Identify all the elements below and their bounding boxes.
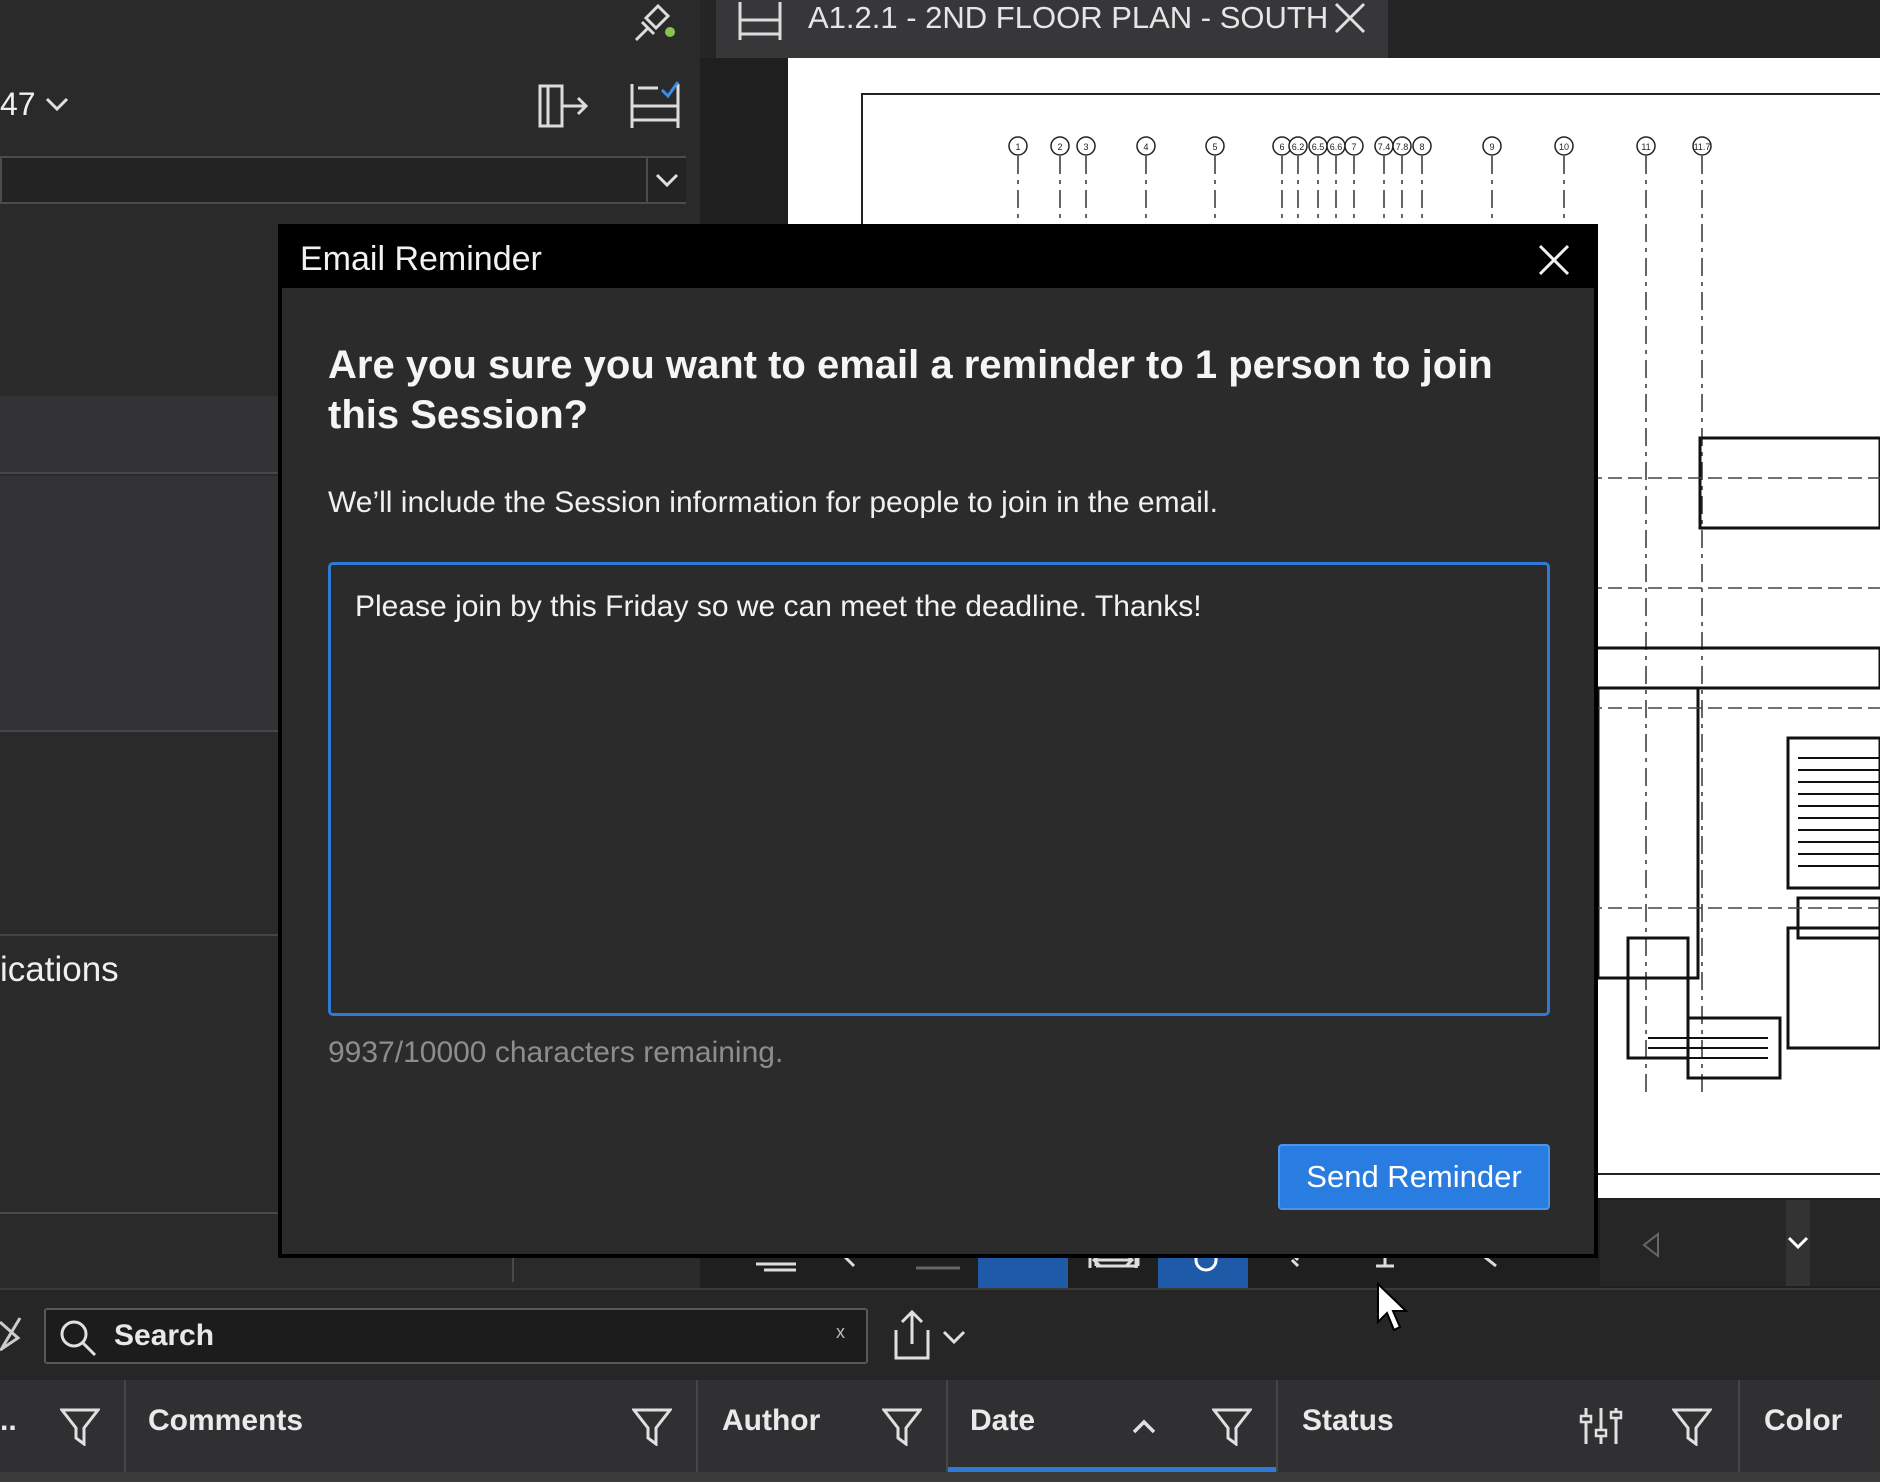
table-body-top xyxy=(0,1472,1880,1482)
filter-clear-icon[interactable] xyxy=(0,1314,24,1354)
reminder-message-input[interactable]: Please join by this Friday so we can mee… xyxy=(328,562,1550,1016)
filter-icon[interactable] xyxy=(882,1406,922,1446)
grid-bubble-label: 8 xyxy=(1419,142,1424,152)
grid-bubble-label: 9 xyxy=(1489,142,1494,152)
grid-bubble-label: 7.4 xyxy=(1378,142,1391,152)
grid-bubble-label: 6.2 xyxy=(1292,142,1305,152)
grid-bubble-label: 6.6 xyxy=(1330,142,1343,152)
export-icon[interactable] xyxy=(892,1310,972,1362)
search-icon xyxy=(60,1320,97,1357)
pin-icon[interactable] xyxy=(628,0,676,44)
sheet-check-icon[interactable] xyxy=(628,80,682,132)
grid-bubble-label: 3 xyxy=(1083,142,1088,152)
grid-bubble-label: 6 xyxy=(1279,142,1284,152)
grid-bubble-label: 2 xyxy=(1057,142,1062,152)
sheet-icon xyxy=(738,2,782,40)
exit-icon[interactable] xyxy=(536,80,590,132)
left-select-toggle[interactable] xyxy=(646,158,686,202)
sort-ascending-icon[interactable] xyxy=(1124,1406,1164,1446)
grid-bubble-label: 10 xyxy=(1559,142,1569,152)
left-select[interactable] xyxy=(0,156,686,204)
column-header-status[interactable]: Status xyxy=(1278,1380,1740,1472)
character-counter: 9937/10000 characters remaining. xyxy=(328,1036,784,1069)
grid-bubble-label: 11 xyxy=(1641,142,1650,152)
divider xyxy=(0,934,290,936)
grid-bubble-label: 5 xyxy=(1212,142,1217,152)
grid-bubble-label: 7.8 xyxy=(1396,142,1409,152)
dialog-title: Email Reminder xyxy=(300,240,542,278)
search-input[interactable] xyxy=(114,1316,774,1356)
search-clear-button[interactable]: x xyxy=(836,1322,845,1343)
chevron-down-icon xyxy=(655,173,679,188)
count-label[interactable]: 47 xyxy=(0,86,36,123)
column-header-date[interactable]: Date xyxy=(948,1380,1278,1472)
mouse-cursor-icon xyxy=(1377,1282,1409,1332)
dialog-question: Are you sure you want to email a reminde… xyxy=(328,343,1493,437)
close-icon[interactable] xyxy=(1332,2,1368,34)
grid-bubble-label: 6.5 xyxy=(1312,142,1325,152)
sliders-icon[interactable] xyxy=(1578,1406,1624,1446)
email-reminder-dialog: Email Reminder Are you sure you want to … xyxy=(278,224,1598,1258)
nav-expand[interactable] xyxy=(1786,1200,1810,1286)
document-tabbar: A1.2.1 - 2ND FLOOR PLAN - SOUTH xyxy=(700,0,1880,58)
column-header-first[interactable]: .. xyxy=(0,1380,126,1472)
grid-bubble-label: 7 xyxy=(1351,142,1356,152)
filter-icon[interactable] xyxy=(632,1406,672,1446)
column-header-color[interactable]: Color xyxy=(1740,1380,1880,1472)
send-reminder-button[interactable]: Send Reminder xyxy=(1278,1144,1550,1210)
grid-bubble-label: 11.7 xyxy=(1694,142,1711,152)
dialog-info: We’ll include the Session information fo… xyxy=(328,486,1218,519)
filter-icon[interactable] xyxy=(60,1406,100,1446)
markups-toolbar: x xyxy=(0,1288,1880,1380)
grid-bubble-label: 1 xyxy=(1015,142,1020,152)
tab-floor-plan[interactable]: A1.2.1 - 2ND FLOOR PLAN - SOUTH xyxy=(716,0,1388,58)
dialog-header: Email Reminder xyxy=(282,228,1594,288)
chevron-down-icon xyxy=(1787,1236,1809,1250)
partial-label: ications xyxy=(0,950,119,989)
tab-title: A1.2.1 - 2ND FLOOR PLAN - SOUTH xyxy=(808,0,1329,35)
close-icon[interactable] xyxy=(1536,242,1572,278)
filter-icon[interactable] xyxy=(1212,1406,1252,1446)
column-header-author[interactable]: Author xyxy=(698,1380,948,1472)
search-box[interactable]: x xyxy=(44,1308,868,1364)
list-row[interactable] xyxy=(0,476,290,732)
filter-icon[interactable] xyxy=(1672,1406,1712,1446)
previous-page-icon[interactable] xyxy=(1636,1230,1666,1260)
markup-table-header: .. Comments Author Date Status Color xyxy=(0,1380,1880,1472)
column-header-comments[interactable]: Comments xyxy=(126,1380,698,1472)
list-row[interactable] xyxy=(0,396,290,474)
grid-bubble-label: 4 xyxy=(1143,142,1148,152)
chevron-down-icon[interactable] xyxy=(44,94,70,114)
